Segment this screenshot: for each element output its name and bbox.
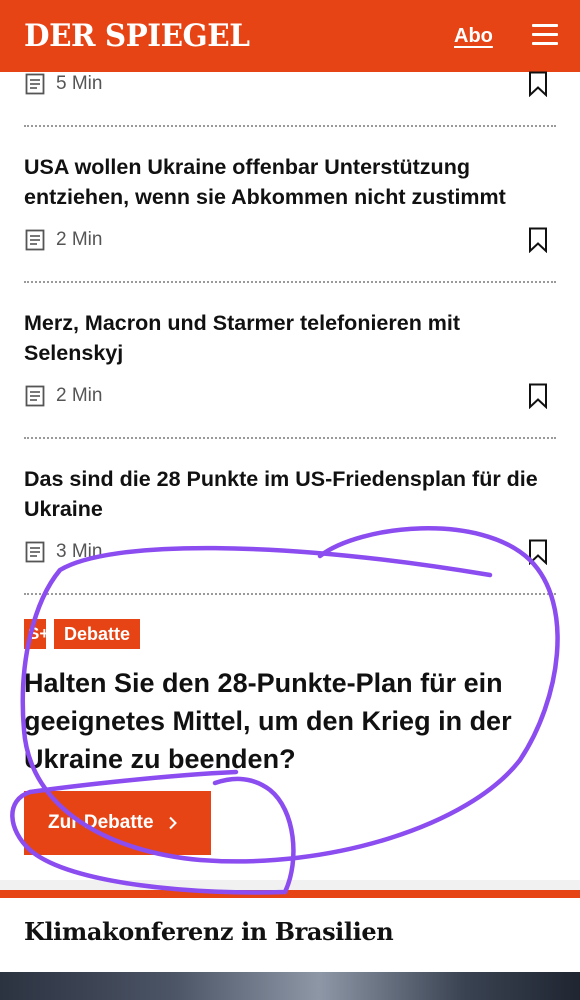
bookmark-icon[interactable] [528,539,548,565]
debate-button-label: Zur Debatte [48,812,154,833]
article-meta: 3 Min [24,541,102,563]
article-headline[interactable]: USA wollen Ukraine offenbar Unterstützun… [24,152,564,212]
article-meta: 5 Min [24,73,102,95]
document-icon [25,541,45,563]
section-separator [0,880,580,890]
hamburger-menu-icon[interactable] [532,24,558,46]
section-title[interactable]: Klimakonferenz in Brasilien [24,914,394,950]
spiegel-plus-badge: S+ [24,619,46,649]
bookmark-icon[interactable] [528,383,548,409]
spiegel-logo[interactable]: DER SPIEGEL [24,16,250,56]
document-icon [25,229,45,251]
debate-question[interactable]: Halten Sie den 28-Punkte-Plan für ein ge… [24,664,554,778]
article-headline[interactable]: Merz, Macron und Starmer telefonieren mi… [24,308,564,368]
article-meta: 2 Min [24,229,102,251]
read-time: 3 Min [56,541,103,562]
debate-badge: Debatte [54,619,141,649]
section-rule [0,890,580,898]
chevron-right-icon [168,816,177,830]
debate-badges: S+ Debatte [24,619,141,649]
read-time: 2 Min [56,385,103,406]
divider [24,593,556,595]
divider [24,437,556,439]
document-icon [25,385,45,407]
bookmark-icon[interactable] [528,71,548,97]
debate-button[interactable]: Zur Debatte [24,791,211,855]
abo-link[interactable]: Abo [454,24,493,48]
read-time: 5 Min [56,73,103,94]
article-headline[interactable]: Das sind die 28 Punkte im US-Friedenspla… [24,464,564,524]
divider [24,281,556,283]
divider [24,125,556,127]
read-time: 2 Min [56,229,103,250]
article-meta: 2 Min [24,385,102,407]
document-icon [25,73,45,95]
section-hero-image[interactable] [0,972,580,1000]
site-header: DER SPIEGEL Abo [0,0,580,72]
bookmark-icon[interactable] [528,227,548,253]
